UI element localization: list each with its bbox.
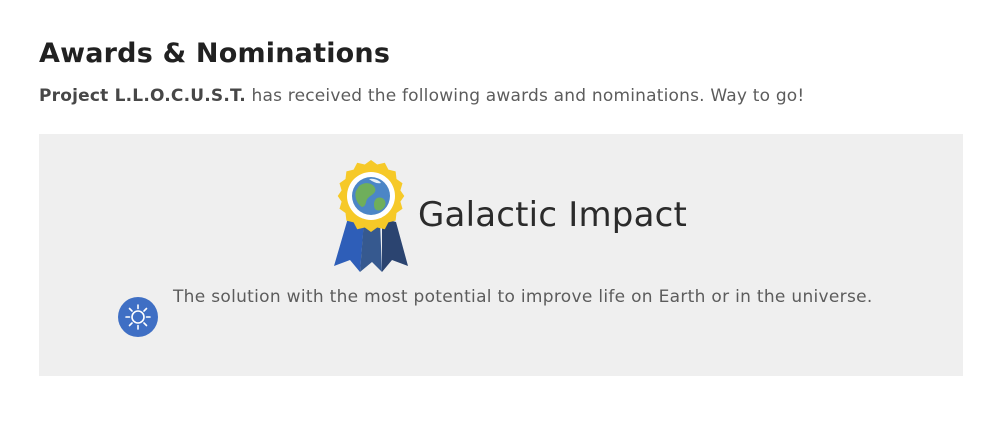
intro-text: Project L.L.O.C.U.S.T. has received the … [39,86,804,106]
page: Awards & Nominations Project L.L.O.C.U.S… [0,0,1001,443]
section-title: Awards & Nominations [39,38,391,69]
sun-icon [118,297,158,337]
award-title: Galactic Impact [418,195,688,235]
award-ribbon-medal-earth-icon [334,160,408,272]
award-description: The solution with the most potential to … [173,287,873,307]
award-header: Galactic Impact [334,160,687,272]
award-card: Galactic Impact The solution with the mo… [39,134,963,376]
project-name: Project L.L.O.C.U.S.T. [39,86,246,106]
intro-message: has received the following awards and no… [245,86,805,106]
